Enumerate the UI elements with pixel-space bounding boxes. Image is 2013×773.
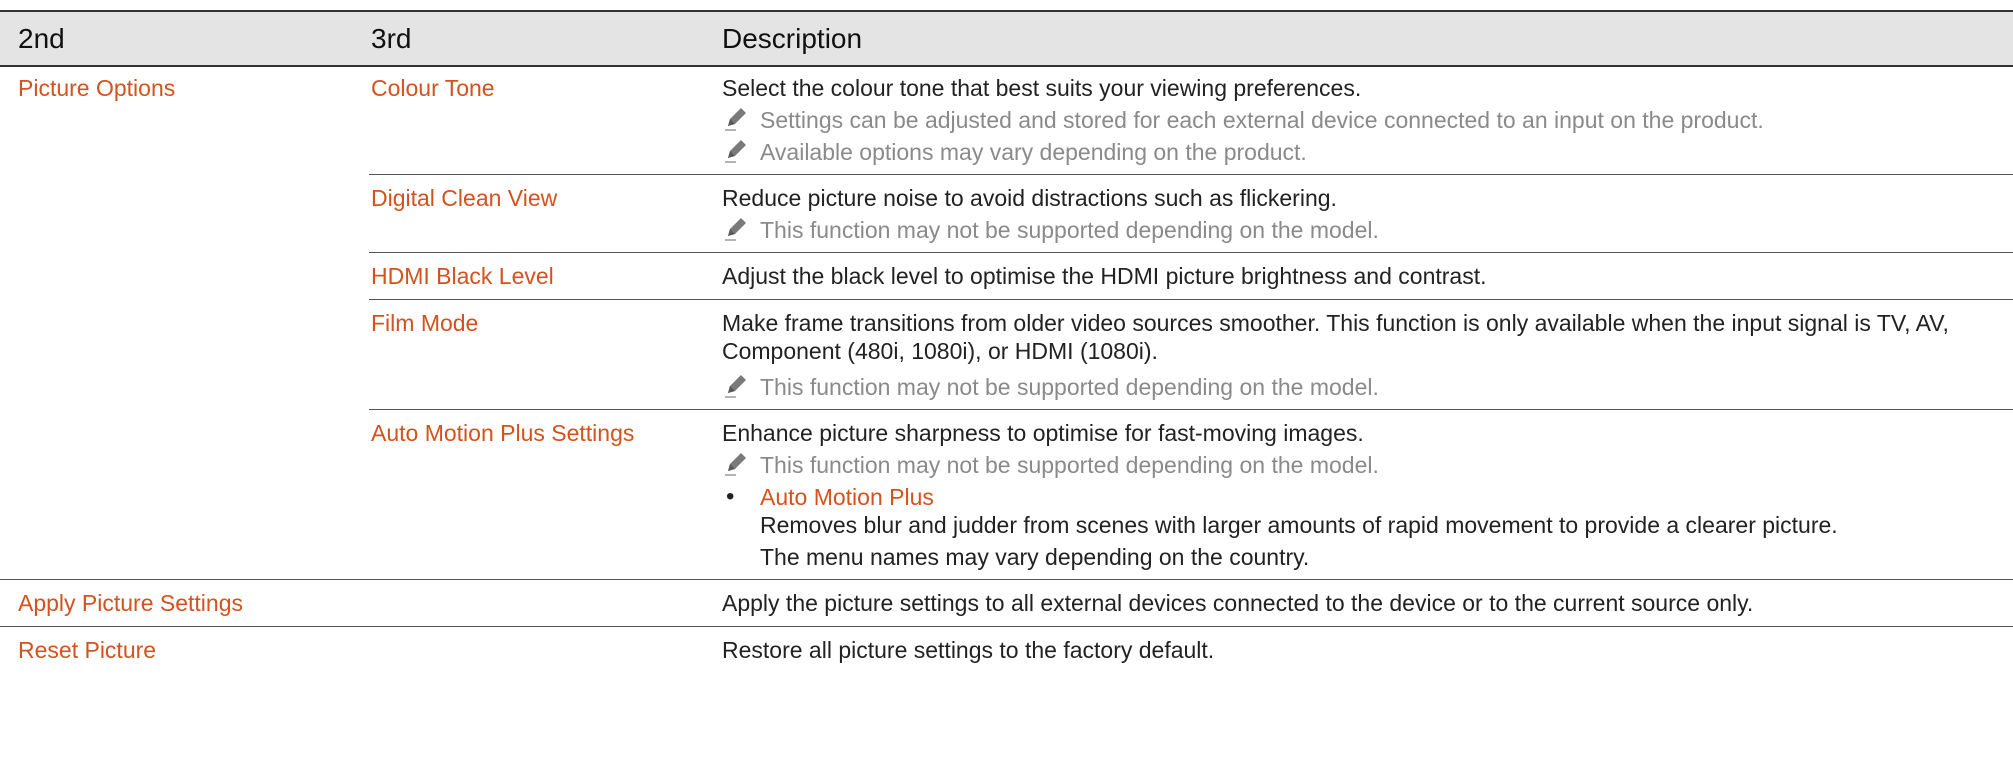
auto-motion-plus-settings-label[interactable]: Auto Motion Plus Settings [371,420,634,446]
picture-options-label[interactable]: Picture Options [18,75,175,101]
picture-options-cell: Picture Options [0,67,369,579]
colour-tone-row: Colour Tone Select the colour tone that … [369,67,2013,175]
picture-options-subrows: Colour Tone Select the colour tone that … [369,67,2013,579]
reset-picture-cell: Reset Picture [0,636,369,664]
hdmi-black-level-cell: HDMI Black Level [369,262,722,290]
note-item: This function may not be supported depen… [722,373,1993,401]
auto-motion-plus-label[interactable]: Auto Motion Plus [760,483,1838,511]
hdmi-black-level-label[interactable]: HDMI Black Level [371,263,554,289]
picture-options-row: Picture Options Colour Tone Select the c… [0,67,2013,580]
hdmi-black-level-desc: Adjust the black level to optimise the H… [722,263,1487,289]
note-text: This function may not be supported depen… [760,217,1379,243]
header-2nd: 2nd [18,22,65,54]
pencil-icon [722,136,750,164]
note-item: Available options may vary depending on … [722,138,1993,166]
pencil-icon [722,449,750,477]
colour-tone-desc: Select the colour tone that best suits y… [722,75,1362,101]
film-mode-desc-cell: Make frame transitions from older video … [722,309,2013,401]
header-description: Description [722,22,863,54]
bullet-item: • Auto Motion Plus Removes blur and judd… [722,483,1993,571]
auto-motion-plus-settings-desc: Enhance picture sharpness to optimise fo… [722,420,1364,446]
hdmi-black-level-desc-cell: Adjust the black level to optimise the H… [722,262,2013,290]
reset-picture-label[interactable]: Reset Picture [18,637,156,663]
header-3rd: 3rd [371,22,412,54]
bullet-content: Auto Motion Plus Removes blur and judder… [760,483,1838,571]
film-mode-label[interactable]: Film Mode [371,310,478,336]
digital-clean-view-desc-cell: Reduce picture noise to avoid distractio… [722,184,2013,244]
settings-table: 2nd 3rd Description Picture Options Colo… [0,10,2013,673]
film-mode-desc-line2: Component (480i, 1080i), or HDMI (1080i)… [722,338,1158,364]
colour-tone-cell: Colour Tone [369,74,722,166]
auto-motion-plus-settings-desc-cell: Enhance picture sharpness to optimise fo… [722,419,2013,571]
apply-picture-settings-label[interactable]: Apply Picture Settings [18,590,243,616]
reset-picture-empty [369,636,722,664]
pencil-icon [722,104,750,132]
hdmi-black-level-row: HDMI Black Level Adjust the black level … [369,253,2013,300]
reset-picture-row: Reset Picture Restore all picture settin… [0,627,2013,673]
auto-motion-plus-settings-cell: Auto Motion Plus Settings [369,419,722,571]
reset-picture-desc: Restore all picture settings to the fact… [722,637,1215,663]
digital-clean-view-row: Digital Clean View Reduce picture noise … [369,175,2013,253]
apply-picture-settings-row: Apply Picture Settings Apply the picture… [0,580,2013,627]
auto-motion-plus-desc: Removes blur and judder from scenes with… [760,512,1838,538]
apply-picture-settings-desc: Apply the picture settings to all extern… [722,590,1754,616]
note-item: Settings can be adjusted and stored for … [722,106,1993,134]
digital-clean-view-label[interactable]: Digital Clean View [371,185,557,211]
pencil-icon [722,214,750,242]
colour-tone-desc-cell: Select the colour tone that best suits y… [722,74,2013,166]
digital-clean-view-desc: Reduce picture noise to avoid distractio… [722,185,1337,211]
note-text: Settings can be adjusted and stored for … [760,107,1764,133]
table-header: 2nd 3rd Description [0,12,2013,67]
note-text: This function may not be supported depen… [760,374,1379,400]
note-text: Available options may vary depending on … [760,139,1307,165]
film-mode-row: Film Mode Make frame transitions from ol… [369,300,2013,410]
apply-picture-settings-cell: Apply Picture Settings [0,589,369,617]
pencil-icon [722,371,750,399]
bullet-dot: • [726,483,735,510]
digital-clean-view-cell: Digital Clean View [369,184,722,244]
auto-motion-plus-note: The menu names may vary depending on the… [760,544,1310,570]
film-mode-desc-line1: Make frame transitions from older video … [722,310,1949,336]
auto-motion-plus-settings-row: Auto Motion Plus Settings Enhance pictur… [369,410,2013,579]
note-item: This function may not be supported depen… [722,216,1993,244]
apply-picture-settings-empty [369,589,722,617]
film-mode-cell: Film Mode [369,309,722,401]
colour-tone-label[interactable]: Colour Tone [371,75,495,101]
note-text: This function may not be supported depen… [760,452,1379,478]
note-item: This function may not be supported depen… [722,451,1993,479]
